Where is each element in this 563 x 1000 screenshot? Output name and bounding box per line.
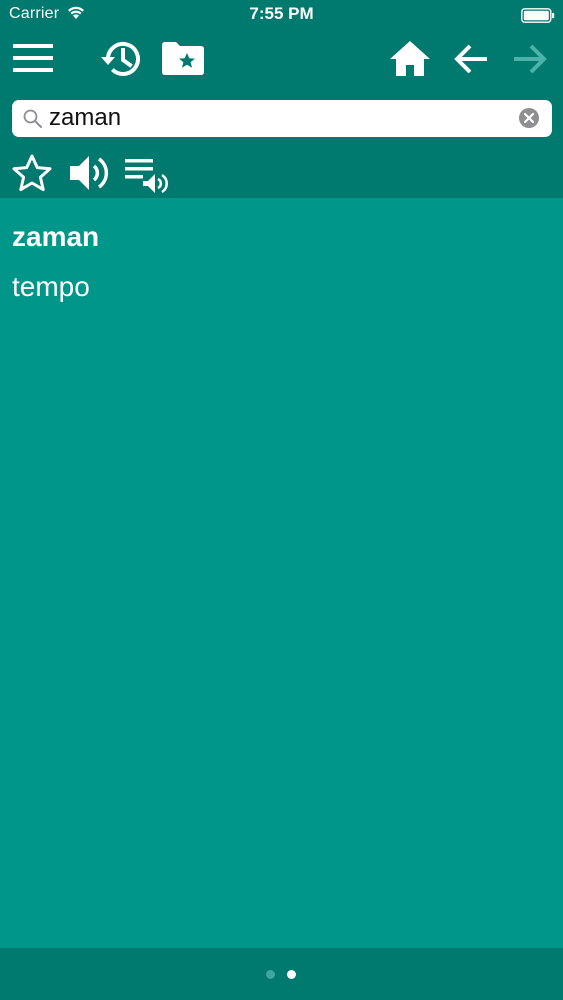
definition-panel: zaman tempo xyxy=(0,198,563,948)
translation: tempo xyxy=(12,271,90,302)
headword: zaman xyxy=(12,221,100,252)
playlist-audio-icon[interactable] xyxy=(125,158,169,194)
speaker-icon[interactable] xyxy=(69,154,113,192)
battery-icon xyxy=(521,8,555,23)
status-bar: Carrier 7:55 PM xyxy=(0,0,563,30)
search-bar xyxy=(12,100,552,137)
clear-search-icon[interactable] xyxy=(519,108,539,128)
home-icon[interactable] xyxy=(389,40,431,76)
forward-arrow-icon[interactable] xyxy=(512,43,548,75)
toolbar xyxy=(0,30,563,198)
favorites-folder-icon[interactable] xyxy=(162,41,204,75)
page-dot-2-active[interactable] xyxy=(287,970,296,979)
search-icon xyxy=(23,109,42,128)
menu-icon[interactable] xyxy=(13,43,53,73)
page-indicator-bar xyxy=(0,948,563,1000)
history-icon[interactable] xyxy=(100,38,144,80)
page-dot-1[interactable] xyxy=(266,970,275,979)
search-input[interactable] xyxy=(49,102,489,134)
back-arrow-icon[interactable] xyxy=(453,43,489,75)
status-time: 7:55 PM xyxy=(249,4,314,23)
star-icon[interactable] xyxy=(12,154,52,192)
